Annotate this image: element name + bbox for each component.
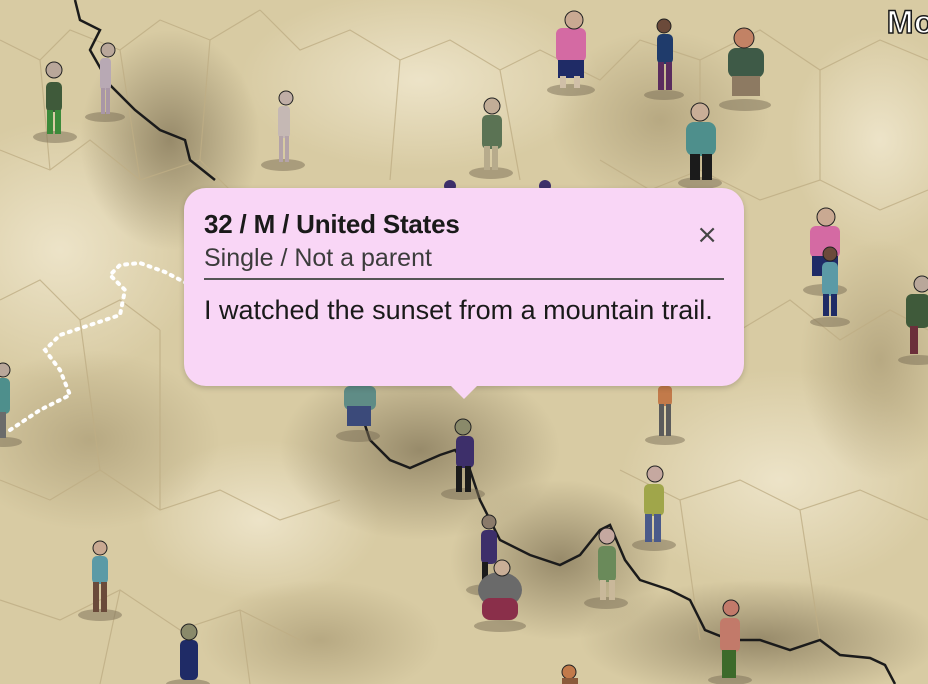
close-icon[interactable]: × bbox=[696, 222, 718, 248]
moment-map-scene: Mo 32 / M / United States Single / Not a… bbox=[0, 0, 928, 684]
story-tooltip: 32 / M / United States Single / Not a pa… bbox=[184, 188, 744, 399]
tooltip-subtitle: Single / Not a parent bbox=[204, 242, 724, 280]
tooltip-pointer bbox=[450, 385, 478, 399]
tooltip-title: 32 / M / United States bbox=[204, 209, 460, 239]
tooltip-body: I watched the sunset from a mountain tra… bbox=[204, 295, 713, 325]
corner-title-label: Mo bbox=[886, 3, 928, 41]
